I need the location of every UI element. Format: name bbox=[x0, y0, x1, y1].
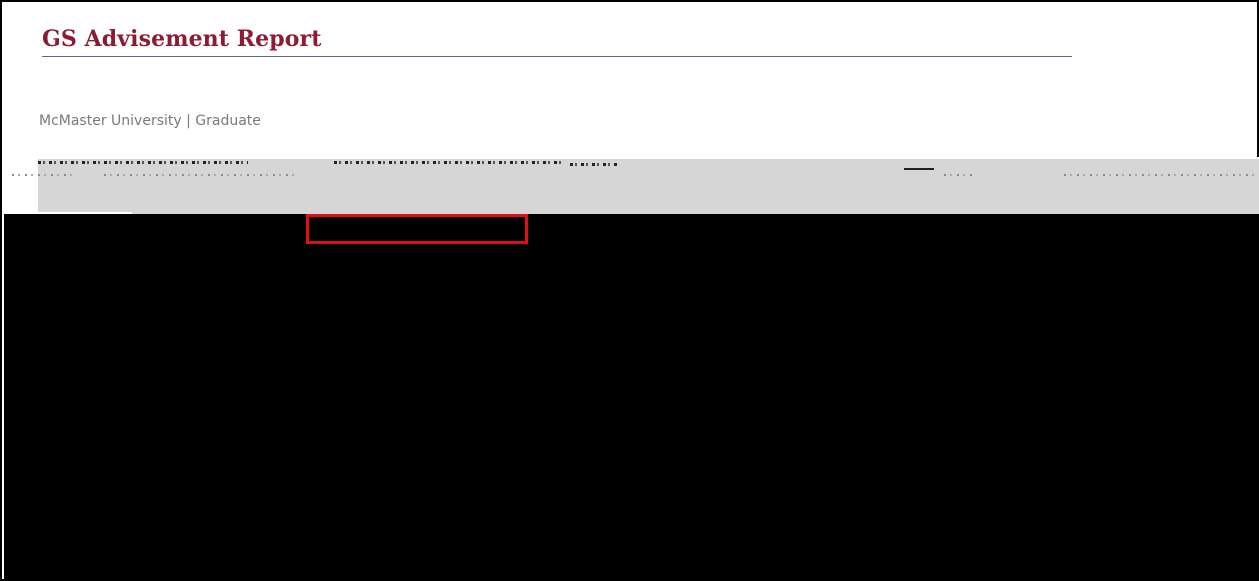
garbled-text-line bbox=[104, 174, 294, 176]
obscured-report-content bbox=[4, 214, 1259, 581]
highlight-annotation-box bbox=[306, 214, 528, 244]
institution-career-label: McMaster University | Graduate bbox=[39, 113, 261, 129]
garbled-dash bbox=[904, 168, 934, 170]
garbled-text-line bbox=[944, 174, 974, 176]
garbled-text-line bbox=[570, 163, 618, 166]
report-info-band bbox=[4, 157, 1259, 214]
report-window: GS Advisement Report McMaster University… bbox=[0, 0, 1259, 581]
band-margin bbox=[4, 157, 38, 214]
title-divider bbox=[42, 56, 1072, 57]
garbled-text-line bbox=[1064, 174, 1259, 176]
band-top-edge bbox=[38, 157, 1259, 159]
garbled-text-line bbox=[12, 174, 72, 176]
garbled-text-line bbox=[334, 161, 564, 164]
report-title: GS Advisement Report bbox=[42, 26, 322, 52]
garbled-text-line bbox=[38, 161, 248, 164]
